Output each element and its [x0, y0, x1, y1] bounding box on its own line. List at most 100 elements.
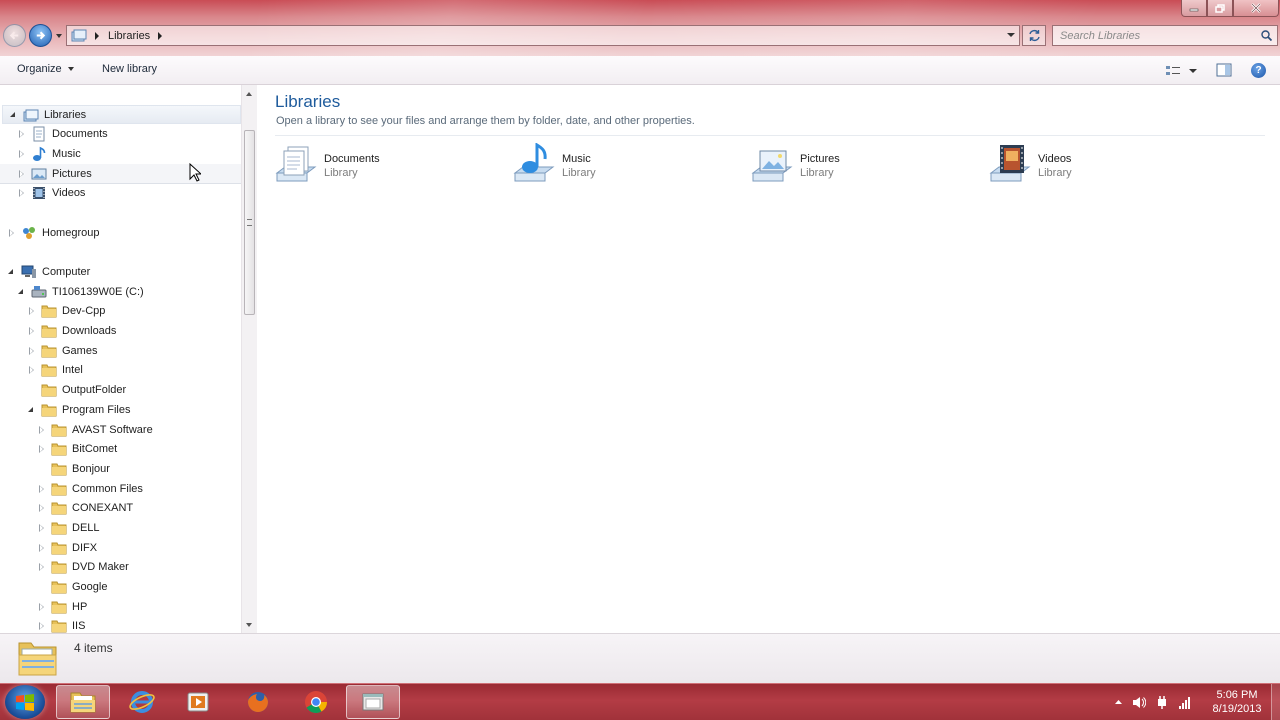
power-plug-icon[interactable]	[1155, 696, 1169, 709]
nav-folder[interactable]: HP	[0, 597, 87, 616]
expand-arrow-icon[interactable]	[28, 346, 36, 355]
expand-arrow-icon[interactable]	[28, 306, 36, 315]
taskbar-explorer-window[interactable]	[346, 685, 400, 719]
close-button[interactable]	[1233, 0, 1279, 17]
expand-arrow-icon[interactable]	[38, 503, 46, 512]
folder-icon	[51, 620, 67, 632]
folder-icon	[51, 542, 67, 554]
expand-arrow-icon[interactable]	[28, 365, 36, 374]
back-arrow-icon	[9, 31, 19, 40]
taskbar-clock[interactable]: 5:06 PM 8/19/2013	[1206, 688, 1268, 716]
network-signal-icon[interactable]	[1178, 696, 1192, 709]
preview-pane-icon[interactable]	[1216, 63, 1232, 77]
forward-button[interactable]	[29, 24, 52, 47]
library-item-documents[interactable]: Documents Library	[274, 143, 504, 189]
nav-folder[interactable]: Bonjour	[0, 459, 110, 478]
search-input[interactable]	[1053, 26, 1250, 45]
refresh-button[interactable]	[1022, 25, 1046, 46]
taskbar-chrome[interactable]	[289, 685, 343, 719]
nav-folder[interactable]: Program Files	[0, 400, 130, 419]
library-item-pictures[interactable]: Pictures Library	[750, 143, 980, 189]
minimize-button[interactable]	[1181, 0, 1207, 17]
recent-pages-dropdown-icon[interactable]	[55, 32, 63, 40]
expand-arrow-icon[interactable]	[38, 562, 46, 571]
collapse-arrow-icon[interactable]	[8, 268, 16, 276]
taskbar-firefox[interactable]	[231, 685, 285, 719]
expand-arrow-icon[interactable]	[8, 228, 16, 237]
organize-button[interactable]: Organize	[17, 63, 74, 75]
breadcrumb-libraries[interactable]: Libraries	[108, 30, 150, 42]
view-options-icon	[1166, 65, 1180, 75]
taskbar: 5:06 PM 8/19/2013	[0, 683, 1280, 720]
nav-item-pictures[interactable]: Pictures	[0, 164, 241, 184]
show-hidden-icons-icon[interactable]	[1114, 698, 1123, 706]
folder-icon	[51, 443, 67, 455]
library-item-videos[interactable]: Videos Library	[988, 143, 1218, 189]
expand-arrow-icon[interactable]	[18, 149, 26, 158]
scroll-up-arrow-icon[interactable]	[246, 92, 252, 96]
show-desktop-button[interactable]	[1271, 684, 1280, 720]
nav-folder[interactable]: Downloads	[0, 321, 116, 340]
expand-arrow-icon[interactable]	[38, 523, 46, 532]
expand-arrow-icon[interactable]	[38, 621, 46, 630]
nav-item-drive-c[interactable]: TI106139W0E (C:)	[0, 282, 144, 301]
expand-arrow-icon[interactable]	[38, 602, 46, 611]
nav-folder[interactable]: OutputFolder	[0, 380, 126, 399]
expand-arrow-icon[interactable]	[18, 169, 26, 178]
clock-time: 5:06 PM	[1216, 689, 1258, 701]
breadcrumb-children-icon[interactable]	[158, 31, 163, 40]
address-bar[interactable]: Libraries	[66, 25, 1020, 46]
search-icon[interactable]	[1261, 30, 1272, 41]
taskbar-explorer[interactable]	[56, 685, 110, 719]
nav-item-videos[interactable]: Videos	[0, 183, 85, 202]
nav-item-music[interactable]: Music	[0, 144, 81, 163]
collapse-arrow-icon[interactable]	[18, 288, 26, 296]
nav-item-computer[interactable]: Computer	[0, 262, 90, 281]
taskbar-internet-explorer[interactable]	[115, 685, 169, 719]
nav-folder[interactable]: IIS	[0, 616, 85, 633]
taskbar-media-player[interactable]	[171, 685, 225, 719]
nav-folder[interactable]: Dev-Cpp	[0, 301, 105, 320]
nav-label: AVAST Software	[72, 423, 153, 436]
new-library-button[interactable]: New library	[102, 63, 157, 75]
nav-folder[interactable]: AVAST Software	[0, 420, 153, 439]
nav-folder[interactable]: CONEXANT	[0, 498, 133, 517]
nav-folder[interactable]: Games	[0, 341, 97, 360]
scrollbar-thumb[interactable]	[244, 130, 255, 315]
navigation-scrollbar[interactable]	[241, 85, 257, 633]
pictures-library-icon	[751, 150, 793, 182]
expand-arrow-icon[interactable]	[28, 326, 36, 335]
nav-folder[interactable]: DELL	[0, 518, 100, 537]
collapse-arrow-icon[interactable]	[28, 406, 36, 414]
volume-icon[interactable]	[1132, 696, 1146, 709]
library-type: Library	[1038, 167, 1072, 179]
library-item-music[interactable]: Music Library	[512, 143, 742, 189]
nav-item-libraries[interactable]: Libraries	[2, 105, 241, 124]
nav-item-homegroup[interactable]: Homegroup	[0, 223, 99, 242]
nav-folder[interactable]: DIFX	[0, 538, 97, 557]
help-button[interactable]: ?	[1251, 63, 1266, 78]
nav-folder[interactable]: BitComet	[0, 439, 117, 458]
expand-arrow-icon[interactable]	[18, 129, 26, 138]
expand-arrow-icon[interactable]	[38, 444, 46, 453]
maximize-button[interactable]	[1207, 0, 1233, 17]
collapse-arrow-icon[interactable]	[10, 111, 18, 119]
nav-folder[interactable]: Common Files	[0, 479, 143, 498]
expand-arrow-icon[interactable]	[38, 543, 46, 552]
open-folder-icon	[41, 404, 57, 416]
breadcrumb-separator-icon[interactable]	[95, 31, 99, 40]
search-box[interactable]	[1052, 25, 1278, 46]
back-button[interactable]	[3, 24, 26, 47]
expand-arrow-icon[interactable]	[38, 484, 46, 493]
address-history-dropdown-icon[interactable]	[1007, 33, 1015, 37]
scroll-down-arrow-icon[interactable]	[246, 623, 252, 627]
nav-item-documents[interactable]: Documents	[0, 124, 108, 143]
nav-folder[interactable]: Google	[0, 577, 107, 596]
expand-arrow-icon[interactable]	[18, 188, 26, 197]
change-view-button[interactable]	[1165, 63, 1199, 78]
expand-arrow-icon[interactable]	[38, 425, 46, 434]
forward-arrow-icon	[36, 31, 46, 40]
nav-folder[interactable]: Intel	[0, 360, 83, 379]
nav-folder[interactable]: DVD Maker	[0, 557, 129, 576]
start-button[interactable]	[5, 685, 45, 719]
